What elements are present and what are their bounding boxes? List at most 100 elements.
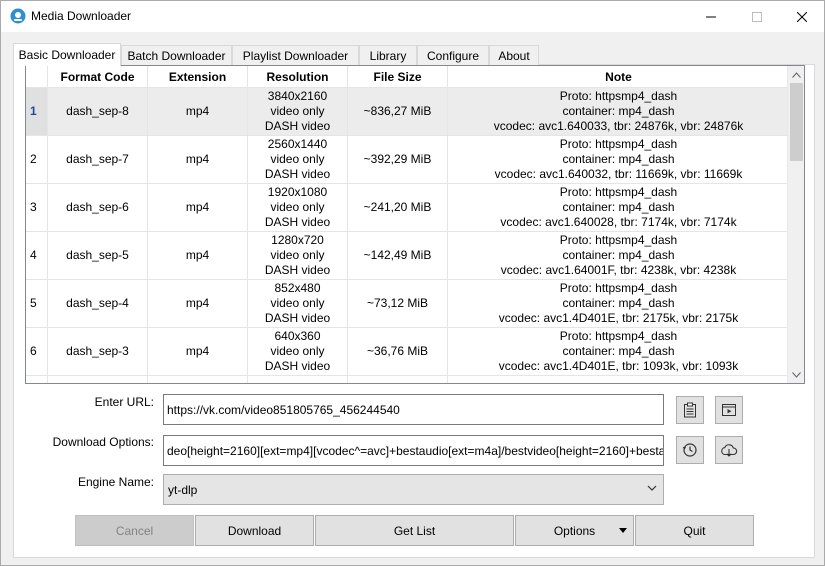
get-list-button[interactable]: Get List — [315, 515, 514, 546]
history-button[interactable] — [676, 436, 704, 464]
cell-resolution-line: 640x360 — [274, 329, 321, 343]
download-options-input[interactable]: deo[height=2160][ext=mp4][vcodec^=avc]+b… — [163, 435, 664, 466]
table-row[interactable]: 3 dash_sep-6 mp4 1920x1080 video only DASH vi… — [26, 184, 789, 232]
cell-note-line: Proto: httpsmp4_dash — [559, 185, 678, 199]
cell-format-code: dash_sep-5 — [48, 232, 148, 279]
cell-format-code: dash_sep-7 — [48, 136, 148, 183]
formats-table[interactable]: Format Code Extension Resolution File Si… — [25, 65, 805, 384]
options-button-label: Options — [553, 523, 596, 538]
options-button[interactable]: Options — [515, 515, 634, 546]
header-corner — [26, 66, 48, 88]
cell-resolution: 3840x2160 video only DASH video — [248, 88, 348, 135]
cloud-download-icon — [721, 444, 738, 457]
cell-note-line: Proto: httpsmp4_dash — [559, 137, 678, 151]
table-row[interactable]: 5 dash_sep-4 mp4 852x480 video only DASH vide… — [26, 280, 789, 328]
table-row[interactable]: 4 dash_sep-5 mp4 1280x720 video only DASH vid… — [26, 232, 789, 280]
cell-note: Proto: httpsmp4_dash container: mp4_dash v… — [448, 328, 789, 375]
cell-note-line: vcodec: avc1.4D401E, tbr: 2175k, vbr: 21… — [498, 311, 739, 325]
header-extension[interactable]: Extension — [148, 66, 248, 88]
header-file-size[interactable]: File Size — [348, 66, 448, 88]
cell-note: Proto: httpsmp4_dash — [448, 376, 789, 383]
close-icon — [797, 11, 807, 22]
cell-note-line: container: mp4_dash — [562, 104, 675, 118]
engine-select-value: yt-dlp — [168, 482, 198, 497]
cell-note-line: Proto: httpsmp4_dash — [559, 329, 678, 343]
cell-resolution-line: video only — [270, 104, 325, 118]
table-row[interactable]: 2 dash_sep-7 mp4 2560x1440 video only DASH vi… — [26, 136, 789, 184]
scroll-thumb[interactable] — [790, 83, 803, 161]
table-scrollbar[interactable] — [787, 66, 804, 383]
cell-note: Proto: httpsmp4_dash container: mp4_dash v… — [448, 280, 789, 327]
minimize-button[interactable] — [688, 1, 734, 32]
header-note[interactable]: Note — [448, 66, 789, 88]
cell-format-code: dash_sep-8 — [48, 88, 148, 135]
tab-batch-downloader[interactable]: Batch Downloader — [121, 45, 232, 65]
cell-note-line: vcodec: avc1.640028, tbr: 7174k, vbr: 71… — [500, 215, 737, 229]
download-button[interactable]: Download — [195, 515, 314, 546]
row-number: 4 — [26, 232, 48, 279]
close-button[interactable] — [779, 1, 825, 32]
row-number: 6 — [26, 328, 48, 375]
cell-extension — [148, 376, 248, 383]
cell-resolution-line: video only — [270, 200, 325, 214]
clipboard-icon — [684, 402, 696, 418]
cell-format-code — [48, 376, 148, 383]
cell-file-size: ~73,12 MiB — [348, 280, 448, 327]
row-number — [26, 376, 48, 383]
cell-file-size: ~241,20 MiB — [348, 184, 448, 231]
window-title: Media Downloader — [31, 9, 132, 23]
table-row[interactable]: 6 dash_sep-3 mp4 640x360 video only DASH vide… — [26, 328, 789, 376]
scroll-down-arrow[interactable] — [788, 366, 804, 383]
tab-configure[interactable]: Configure — [417, 45, 489, 65]
tab-basic-downloader[interactable]: Basic Downloader — [13, 43, 121, 66]
dropdown-arrow-icon — [619, 528, 627, 533]
cell-note: Proto: httpsmp4_dash container: mp4_dash v… — [448, 136, 789, 183]
cell-note: Proto: httpsmp4_dash container: mp4_dash v… — [448, 232, 789, 279]
cell-resolution-line: DASH video — [264, 167, 331, 181]
tab-library[interactable]: Library — [359, 45, 417, 65]
table-row[interactable]: 256x144 Proto: httpsmp4_dash — [26, 376, 789, 383]
cell-resolution: 1280x720 video only DASH video — [248, 232, 348, 279]
cell-resolution-line: DASH video — [264, 119, 331, 133]
download-cloud-button[interactable] — [715, 436, 743, 464]
cancel-button[interactable]: Cancel — [75, 515, 194, 546]
video-icon — [722, 404, 736, 416]
quit-button[interactable]: Quit — [635, 515, 754, 546]
row-number: 3 — [26, 184, 48, 231]
cell-note-line: vcodec: avc1.640033, tbr: 24876k, vbr: 2… — [493, 119, 744, 133]
cell-extension: mp4 — [148, 328, 248, 375]
table-row[interactable]: 1 dash_sep-8 mp4 3840x2160 video only DASH vi… — [26, 88, 789, 136]
maximize-icon — [752, 11, 762, 22]
cell-format-code: dash_sep-3 — [48, 328, 148, 375]
maximize-button[interactable] — [734, 1, 780, 32]
chevron-down-icon — [647, 485, 657, 491]
scroll-up-arrow[interactable] — [788, 66, 804, 83]
cell-resolution: 2560x1440 video only DASH video — [248, 136, 348, 183]
header-format-code[interactable]: Format Code — [48, 66, 148, 88]
row-number: 5 — [26, 280, 48, 327]
cell-resolution-line: DASH video — [264, 215, 331, 229]
cell-file-size — [348, 376, 448, 383]
cell-note-line: container: mp4_dash — [562, 344, 675, 358]
cell-note-line: container: mp4_dash — [562, 248, 675, 262]
engine-select[interactable]: yt-dlp — [163, 474, 664, 505]
cell-note: Proto: httpsmp4_dash container: mp4_dash v… — [448, 184, 789, 231]
cell-note-line: vcodec: avc1.64001F, tbr: 4238k, vbr: 42… — [500, 263, 737, 277]
media-player-button[interactable] — [715, 396, 743, 424]
tab-about[interactable]: About — [489, 45, 539, 65]
cell-resolution-line: DASH video — [264, 311, 331, 325]
tab-playlist-downloader[interactable]: Playlist Downloader — [232, 45, 359, 65]
cell-extension: mp4 — [148, 184, 248, 231]
cell-resolution-line: 3840x2160 — [267, 89, 328, 103]
cell-file-size: ~142,49 MiB — [348, 232, 448, 279]
header-resolution[interactable]: Resolution — [248, 66, 348, 88]
cell-note-line: Proto: httpsmp4_dash — [559, 281, 678, 295]
table-header: Format Code Extension Resolution File Si… — [26, 66, 789, 88]
cell-resolution-line: video only — [270, 296, 325, 310]
cell-note-line: Proto: httpsmp4_dash — [559, 89, 678, 103]
cell-note-line: container: mp4_dash — [562, 152, 675, 166]
paste-button[interactable] — [676, 396, 704, 424]
cell-file-size: ~36,76 MiB — [348, 328, 448, 375]
url-input[interactable]: https://vk.com/video851805765_456244540 — [163, 394, 664, 425]
cell-resolution-line: DASH video — [264, 263, 331, 277]
